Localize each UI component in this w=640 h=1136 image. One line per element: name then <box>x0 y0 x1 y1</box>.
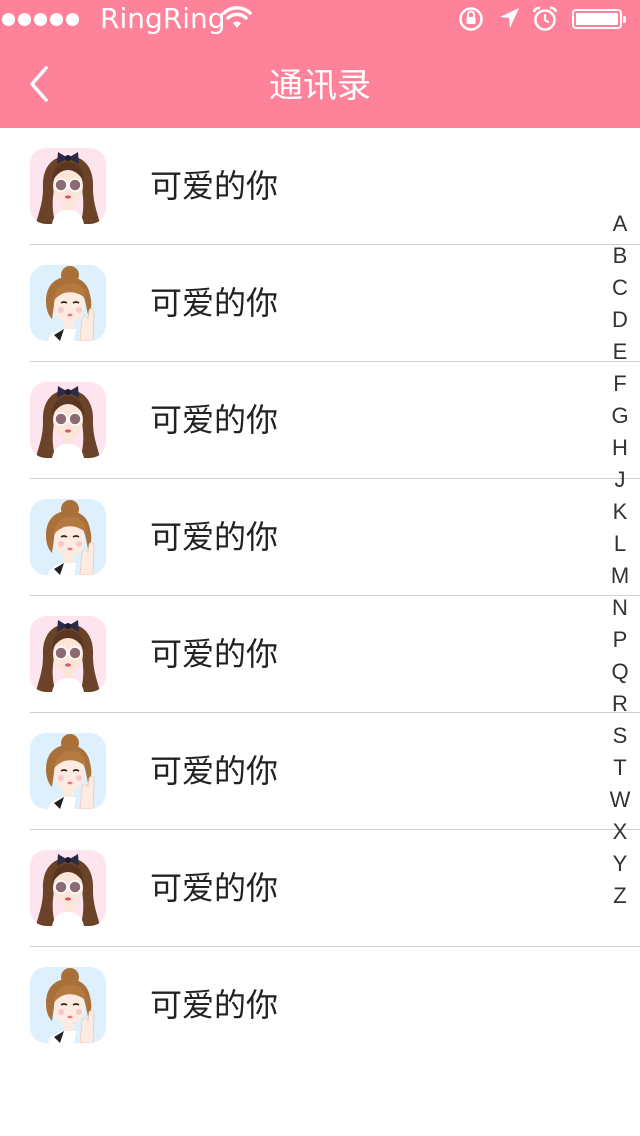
contact-row[interactable]: 可爱的你 <box>0 128 640 245</box>
index-letter[interactable]: R <box>606 688 634 720</box>
index-letter[interactable]: D <box>606 304 634 336</box>
status-bar: RingRing <box>0 0 640 40</box>
contact-name: 可爱的你 <box>150 518 279 556</box>
index-letter[interactable]: F <box>606 368 634 400</box>
index-letter[interactable]: M <box>606 560 634 592</box>
avatar <box>30 265 106 341</box>
contacts-screen: RingRing 通讯录 可爱的你 可爱的你 可爱的你 可爱的你 可爱的你 可爱… <box>0 0 640 1136</box>
avatar <box>30 616 106 692</box>
index-letter[interactable]: C <box>606 272 634 304</box>
index-letter[interactable]: B <box>606 240 634 272</box>
alarm-clock-icon <box>532 6 558 31</box>
avatar <box>30 382 106 458</box>
index-letter[interactable]: G <box>606 400 634 432</box>
contact-list: 可爱的你 可爱的你 可爱的你 可爱的你 可爱的你 可爱的你 可爱的你 可爱的你 <box>0 128 640 1064</box>
signal-strength-icon <box>2 13 79 26</box>
contact-row[interactable]: 可爱的你 <box>0 596 640 713</box>
index-letter[interactable]: Q <box>606 656 634 688</box>
avatar <box>30 148 106 224</box>
index-letter[interactable]: Z <box>606 880 634 912</box>
index-letter[interactable]: X <box>606 816 634 848</box>
index-letter[interactable]: K <box>606 496 634 528</box>
index-letter[interactable]: L <box>606 528 634 560</box>
location-arrow-icon <box>500 8 519 28</box>
contact-row[interactable]: 可爱的你 <box>0 830 640 947</box>
battery-icon <box>572 9 626 29</box>
index-letter[interactable]: P <box>606 624 634 656</box>
contact-name: 可爱的你 <box>150 167 279 205</box>
index-letter[interactable]: H <box>606 432 634 464</box>
contact-name: 可爱的你 <box>150 401 279 439</box>
rotation-lock-icon <box>459 7 483 31</box>
contact-row[interactable]: 可爱的你 <box>0 713 640 830</box>
index-letter[interactable]: T <box>606 752 634 784</box>
index-letter[interactable]: Y <box>606 848 634 880</box>
contact-row[interactable]: 可爱的你 <box>0 947 640 1064</box>
wifi-icon <box>222 6 252 28</box>
contact-name: 可爱的你 <box>150 869 279 907</box>
index-letter[interactable]: J <box>606 464 634 496</box>
carrier-name: RingRing <box>100 2 226 35</box>
index-letter[interactable]: W <box>606 784 634 816</box>
index-letter[interactable]: S <box>606 720 634 752</box>
navigation-bar: 通讯录 <box>0 40 640 128</box>
contact-name: 可爱的你 <box>150 635 279 673</box>
page-title: 通讯录 <box>269 66 371 106</box>
avatar <box>30 967 106 1043</box>
avatar <box>30 733 106 809</box>
index-letter[interactable]: E <box>606 336 634 368</box>
contact-name: 可爱的你 <box>150 986 279 1024</box>
contact-name: 可爱的你 <box>150 752 279 790</box>
contact-name: 可爱的你 <box>150 284 279 322</box>
contact-row[interactable]: 可爱的你 <box>0 362 640 479</box>
index-letter[interactable]: A <box>606 208 634 240</box>
avatar <box>30 499 106 575</box>
contact-row[interactable]: 可爱的你 <box>0 245 640 362</box>
alphabet-index[interactable]: ABCDEFGHJKLMNPQRSTWXYZ <box>606 208 634 912</box>
header: RingRing 通讯录 <box>0 0 640 128</box>
contact-row[interactable]: 可爱的你 <box>0 479 640 596</box>
avatar <box>30 850 106 926</box>
index-letter[interactable]: N <box>606 592 634 624</box>
